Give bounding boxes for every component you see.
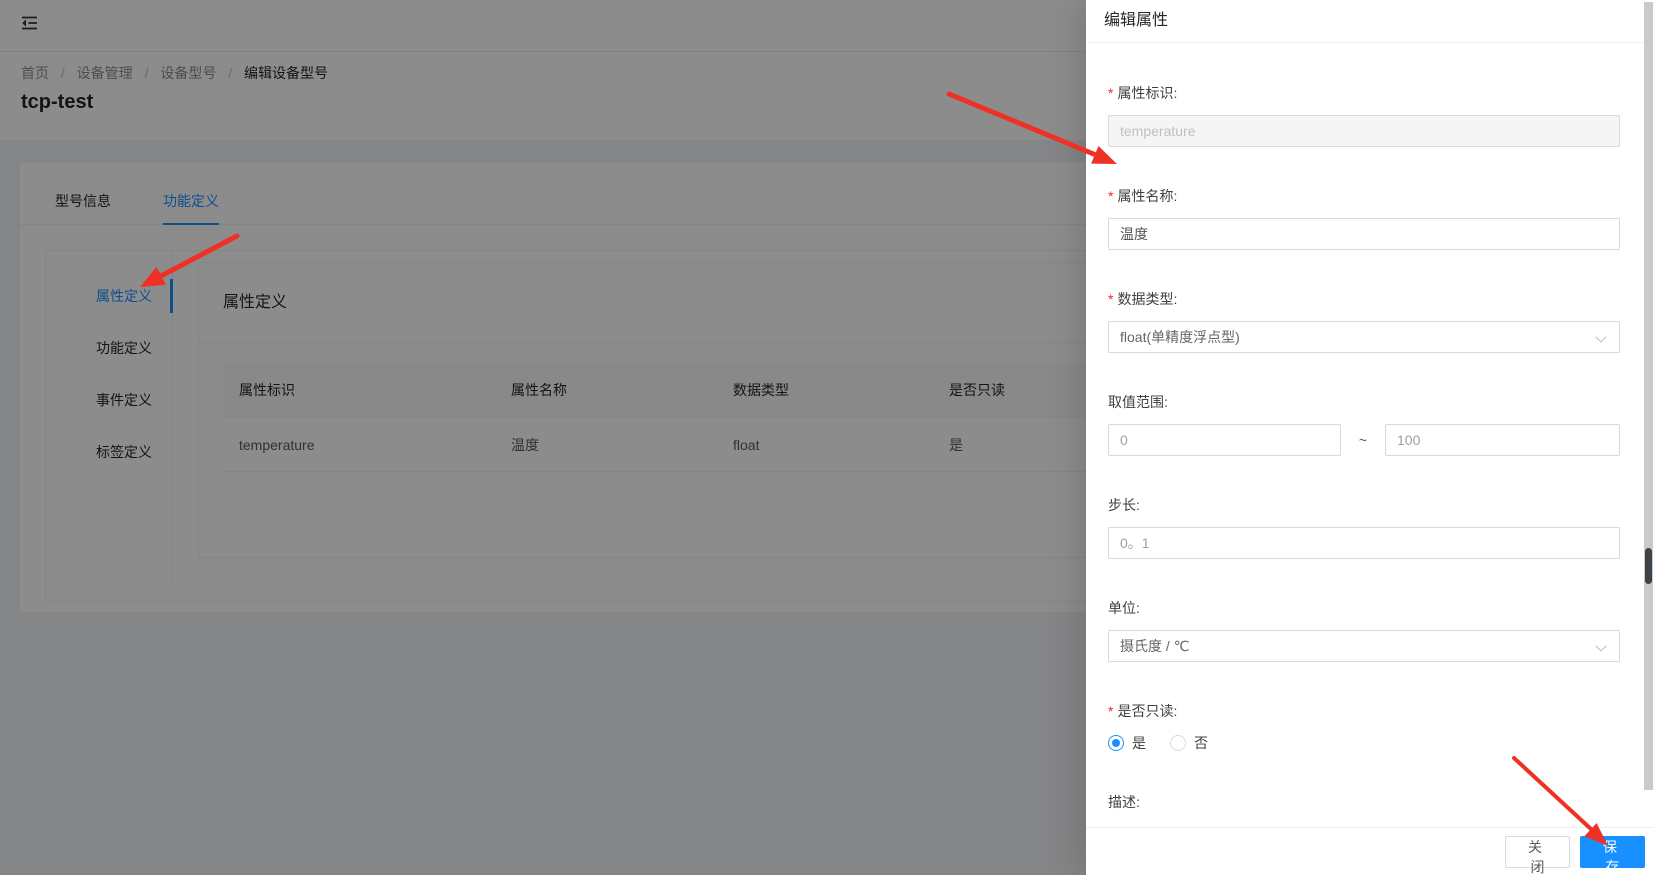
field-step-label: 步长: bbox=[1108, 495, 1620, 515]
unit-select[interactable]: 摄氏度 / ℃ bbox=[1108, 630, 1620, 662]
field-attr-id: * 属性标识: bbox=[1108, 83, 1620, 147]
field-description-label: 描述: bbox=[1108, 792, 1620, 812]
range-max-input[interactable] bbox=[1385, 424, 1620, 456]
chevron-down-icon bbox=[1595, 331, 1607, 343]
edit-attribute-drawer: 编辑属性 *属性标识: *属性名称: *数据类型: float(单精度浮点型) bbox=[1086, 0, 1654, 875]
drawer-title: 编辑属性 bbox=[1086, 0, 1654, 43]
unit-select-value: 摄氏度 / ℃ bbox=[1120, 638, 1190, 654]
close-button-label: 关闭 bbox=[1528, 838, 1550, 875]
field-label-text: 属性标识: bbox=[1117, 85, 1178, 101]
required-mark: * bbox=[1108, 291, 1114, 307]
field-data-type: * 数据类型: float(单精度浮点型) bbox=[1108, 289, 1620, 353]
field-label-text: 取值范围: bbox=[1108, 394, 1168, 410]
radio-no[interactable]: 否 bbox=[1170, 733, 1208, 753]
field-label-text: 步长: bbox=[1108, 497, 1140, 513]
field-label-text: 数据类型: bbox=[1117, 291, 1178, 307]
radio-checked-dot bbox=[1112, 739, 1120, 747]
field-readonly-label: * 是否只读: bbox=[1108, 701, 1620, 721]
field-label-text: 单位: bbox=[1108, 600, 1140, 616]
required-mark: * bbox=[1108, 703, 1114, 719]
radio-yes[interactable]: 是 bbox=[1108, 733, 1146, 753]
required-mark: * bbox=[1108, 85, 1114, 101]
field-attr-name: * 属性名称: bbox=[1108, 186, 1620, 250]
range-separator: ~ bbox=[1358, 432, 1368, 448]
range-inputs: ~ bbox=[1108, 424, 1620, 456]
step-input[interactable] bbox=[1108, 527, 1620, 559]
field-step: 步长: bbox=[1108, 495, 1620, 559]
radio-no-circle bbox=[1170, 735, 1186, 751]
save-button-label: 保存 bbox=[1603, 838, 1625, 875]
field-readonly: * 是否只读: 是 否 bbox=[1108, 701, 1620, 753]
readonly-radio-group: 是 否 bbox=[1108, 733, 1620, 753]
radio-yes-label: 是 bbox=[1132, 735, 1146, 751]
drawer-scrollbar-thumb[interactable] bbox=[1645, 548, 1652, 584]
chevron-down-icon bbox=[1595, 640, 1607, 652]
save-button[interactable]: 保存 bbox=[1580, 835, 1645, 875]
drawer-footer: 关闭 保存 bbox=[1086, 827, 1654, 875]
data-type-select[interactable]: float(单精度浮点型) bbox=[1108, 321, 1620, 353]
range-min-input[interactable] bbox=[1108, 424, 1341, 456]
drawer-scrollbar-track[interactable] bbox=[1644, 2, 1653, 790]
radio-yes-circle bbox=[1108, 735, 1124, 751]
close-button[interactable]: 关闭 bbox=[1505, 835, 1570, 875]
field-label-text: 属性名称: bbox=[1117, 188, 1178, 204]
attr-id-input[interactable] bbox=[1108, 115, 1620, 147]
drawer-body: *属性标识: *属性名称: *数据类型: float(单精度浮点型) 取值范围: bbox=[1086, 43, 1654, 827]
field-label-text: 描述: bbox=[1108, 794, 1140, 810]
field-description: 描述: bbox=[1108, 792, 1620, 812]
field-attr-name-label: * 属性名称: bbox=[1108, 186, 1620, 206]
field-unit-label: 单位: bbox=[1108, 598, 1620, 618]
field-range: 取值范围: ~ bbox=[1108, 392, 1620, 456]
field-attr-id-label: * 属性标识: bbox=[1108, 83, 1620, 103]
radio-no-label: 否 bbox=[1194, 735, 1208, 751]
attr-name-input[interactable] bbox=[1108, 218, 1620, 250]
field-data-type-label: * 数据类型: bbox=[1108, 289, 1620, 309]
field-label-text: 是否只读: bbox=[1117, 703, 1178, 719]
required-mark: * bbox=[1108, 188, 1114, 204]
field-unit: 单位: 摄氏度 / ℃ bbox=[1108, 598, 1620, 662]
data-type-select-value: float(单精度浮点型) bbox=[1120, 329, 1240, 345]
field-range-label: 取值范围: bbox=[1108, 392, 1620, 412]
